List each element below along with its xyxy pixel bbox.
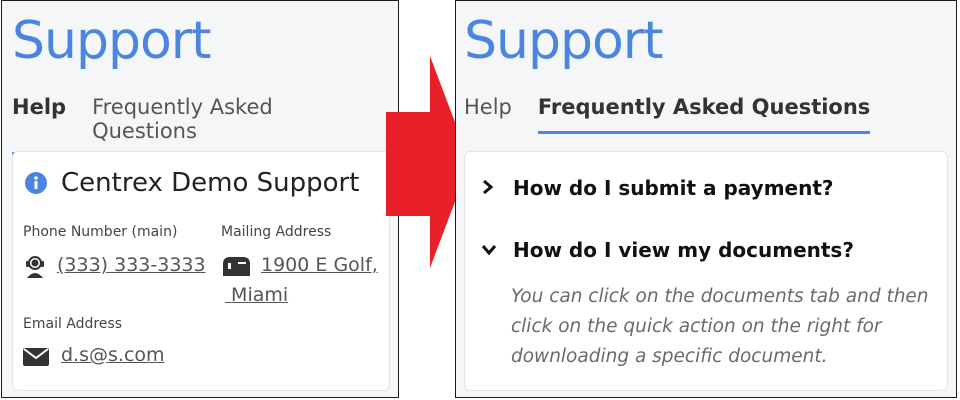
faq-item-submit-payment[interactable]: How do I submit a payment? (481, 176, 834, 200)
mailing-address-line1[interactable]: 1900 E Golf, (261, 254, 378, 276)
faq-item-view-documents[interactable]: How do I view my documents? (481, 238, 854, 262)
phone-link[interactable]: (333) 333-3333 (57, 254, 206, 276)
tab-help[interactable]: Help (464, 95, 512, 134)
chevron-down-icon (481, 238, 503, 262)
card-heading: Centrex Demo Support (61, 168, 360, 198)
support-contact-card: Centrex Demo Support Phone Number (main)… (12, 151, 390, 391)
mailbox-icon (221, 256, 251, 281)
chevron-right-icon (481, 176, 503, 200)
faq-question: How do I submit a payment? (513, 176, 834, 200)
tab-help[interactable]: Help (12, 95, 67, 155)
tab-faq[interactable]: Frequently Asked Questions (537, 95, 871, 134)
page-title: Support (12, 11, 212, 71)
phone-label: Phone Number (main) (23, 224, 178, 240)
email-link[interactable]: d.s@s.com (61, 344, 165, 366)
support-panel-faq: Support Help Frequently Asked Questions … (455, 0, 957, 398)
support-agent-icon (23, 254, 47, 283)
page-title: Support (464, 11, 664, 71)
faq-question: How do I view my documents? (513, 238, 854, 262)
tab-bar: Help Frequently Asked Questions (12, 95, 398, 155)
info-icon (25, 172, 47, 199)
faq-answer: You can click on the documents tab and t… (511, 286, 929, 367)
tab-bar: Help Frequently Asked Questions (464, 95, 896, 134)
faq-card: How do I submit a payment? How do I view… (464, 151, 948, 391)
envelope-icon (23, 348, 49, 371)
mailing-label: Mailing Address (221, 224, 332, 240)
support-panel-help: Support Help Frequently Asked Questions … (1, 0, 399, 398)
mailing-address-line2[interactable]: Miami (225, 284, 288, 306)
email-label: Email Address (23, 316, 123, 332)
tab-faq[interactable]: Frequently Asked Questions (92, 95, 372, 155)
